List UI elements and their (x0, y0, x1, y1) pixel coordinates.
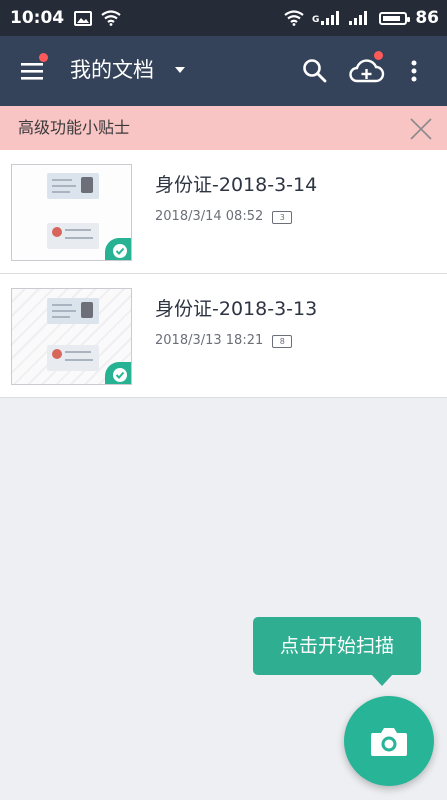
image-notification-icon (74, 10, 93, 26)
document-title: 身份证-2018-3-14 (155, 174, 318, 196)
status-right-icons: G 86 (284, 8, 439, 28)
document-thumbnail (11, 164, 132, 261)
scan-camera-button[interactable] (344, 696, 434, 786)
folder-title-dropdown[interactable]: 我的文档 (70, 54, 154, 86)
document-meta: 2018/3/14 08:52 3 (155, 208, 293, 226)
close-icon[interactable] (408, 116, 434, 142)
wifi-icon (284, 10, 304, 26)
app-bar: 我的文档 (0, 36, 447, 106)
status-left-icons (74, 10, 121, 26)
document-item[interactable]: 身份证-2018-3-13 2018/3/13 18:21 8 (0, 274, 447, 398)
signal-2-icon (349, 11, 368, 25)
id-card-front-image (47, 298, 99, 324)
id-card-back-image (47, 223, 99, 249)
upload-notification-dot (374, 51, 383, 60)
synced-check-icon (105, 362, 131, 384)
more-vert-icon[interactable] (402, 56, 426, 86)
battery-percent: 86 (415, 8, 439, 28)
synced-check-icon (105, 238, 131, 260)
status-time: 10:04 (10, 8, 65, 28)
tips-banner[interactable]: 高级功能小贴士 (0, 106, 447, 150)
battery-icon (379, 11, 411, 25)
signal-1-icon: G (312, 11, 341, 25)
search-icon[interactable] (300, 56, 330, 86)
document-title: 身份证-2018-3-13 (155, 298, 318, 320)
scan-tooltip[interactable]: 点击开始扫描 (253, 617, 421, 686)
id-card-back-image (47, 345, 99, 371)
document-datetime: 2018/3/14 08:52 (155, 209, 264, 224)
document-list: 身份证-2018-3-14 2018/3/14 08:52 3 身份证-2018… (0, 150, 447, 398)
camera-icon (371, 728, 407, 756)
document-thumbnail (11, 288, 132, 385)
document-item[interactable]: 身份证-2018-3-14 2018/3/14 08:52 3 (0, 150, 447, 274)
page-count-badge: 3 (272, 210, 293, 224)
status-bar: 10:04 G 86 (0, 0, 447, 36)
wifi-icon (101, 10, 121, 26)
document-datetime: 2018/3/13 18:21 (155, 333, 264, 348)
scan-tooltip-text: 点击开始扫描 (279, 635, 394, 657)
chevron-down-icon[interactable] (175, 67, 185, 73)
document-meta: 2018/3/13 18:21 8 (155, 332, 293, 350)
tips-banner-text[interactable]: 高级功能小贴士 (18, 118, 130, 138)
page-count-badge: 8 (272, 334, 293, 348)
menu-notification-dot (39, 53, 48, 62)
id-card-front-image (47, 173, 99, 199)
